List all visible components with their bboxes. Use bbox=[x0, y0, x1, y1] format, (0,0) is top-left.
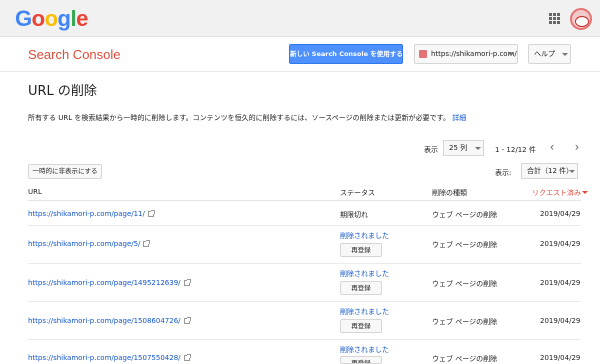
column-header-requested-label: リクエスト済み bbox=[532, 189, 581, 197]
apps-grid-icon[interactable] bbox=[549, 13, 560, 24]
table-row-type: ウェブ ページの削除 bbox=[432, 280, 498, 288]
top-bar: Google bbox=[0, 0, 600, 37]
table-row-status: 期限切れ bbox=[340, 211, 368, 219]
url-link[interactable]: https://shikamori-p.com/page/1508604726/ bbox=[28, 317, 181, 325]
column-header-requested[interactable]: リクエスト済み bbox=[532, 188, 588, 198]
table-row-type: ウェブ ページの削除 bbox=[432, 211, 498, 219]
external-link-icon[interactable] bbox=[143, 240, 151, 247]
table-row-status[interactable]: 削除されました bbox=[340, 345, 389, 355]
external-link-icon[interactable] bbox=[147, 210, 155, 217]
google-logo[interactable]: Google bbox=[15, 6, 88, 32]
url-link[interactable]: https://shikamori-p.com/page/1495212639/ bbox=[28, 279, 181, 287]
table-row-status[interactable]: 削除されました bbox=[340, 307, 389, 317]
page-description: 所有する URL を検索結果から一時的に削除します。コンテンツを恒久的に削除する… bbox=[28, 113, 466, 123]
filter-label: 表示: bbox=[495, 169, 512, 177]
search-console-brand[interactable]: Search Console bbox=[28, 47, 121, 62]
table-row-date: 2019/04/29 bbox=[540, 279, 581, 287]
sort-desc-icon bbox=[582, 191, 588, 194]
filter-value: 合計（12 件） bbox=[527, 167, 574, 175]
column-header-type[interactable]: 削除の種類 bbox=[432, 188, 467, 198]
row-divider bbox=[28, 339, 581, 340]
table-header-divider bbox=[28, 200, 581, 201]
prev-page-icon[interactable]: ‹ bbox=[543, 139, 561, 156]
table-row-type: ウェブ ページの削除 bbox=[432, 318, 498, 326]
table-row-status[interactable]: 削除されました bbox=[340, 231, 389, 241]
brand-bar: Search Console 新しい Search Console を使用する … bbox=[0, 37, 600, 72]
chevron-down-icon bbox=[562, 53, 568, 56]
site-selector[interactable]: https://shikamori-p.com/ bbox=[414, 44, 518, 64]
external-link-icon[interactable] bbox=[183, 354, 191, 361]
help-button[interactable]: ヘルプ bbox=[528, 44, 571, 64]
table-row-url[interactable]: https://shikamori-p.com/page/1508604726/ bbox=[28, 317, 191, 325]
table-row-url[interactable]: https://shikamori-p.com/page/1495212639/ bbox=[28, 279, 191, 287]
reregister-button[interactable]: 再登録 bbox=[340, 243, 382, 257]
external-link-icon[interactable] bbox=[183, 317, 191, 324]
reregister-button[interactable]: 再登録 bbox=[340, 281, 382, 295]
table-row-type: ウェブ ページの削除 bbox=[432, 241, 498, 249]
row-divider bbox=[28, 225, 581, 226]
table-row-url[interactable]: https://shikamori-p.com/page/1507550428/ bbox=[28, 354, 191, 362]
row-divider bbox=[28, 301, 581, 302]
rows-per-page-label: 表示 bbox=[424, 146, 438, 154]
logo-letter: o bbox=[44, 6, 58, 31]
table-row-date: 2019/04/29 bbox=[540, 210, 581, 218]
external-link-icon[interactable] bbox=[183, 279, 191, 286]
avatar[interactable] bbox=[570, 8, 592, 30]
logo-letter: G bbox=[15, 6, 32, 31]
logo-letter: e bbox=[76, 6, 88, 31]
description-text: 所有する URL を検索結果から一時的に削除します。コンテンツを恒久的に削除する… bbox=[28, 114, 450, 122]
url-link[interactable]: https://shikamori-p.com/page/5/ bbox=[28, 240, 140, 248]
page-title: URL の削除 bbox=[28, 84, 97, 99]
table-row-status[interactable]: 削除されました bbox=[340, 269, 389, 279]
new-search-console-button[interactable]: 新しい Search Console を使用する bbox=[289, 44, 403, 64]
help-button-label: ヘルプ bbox=[534, 50, 555, 58]
chevron-down-icon bbox=[508, 53, 514, 56]
reregister-button[interactable]: 再登録 bbox=[340, 356, 382, 364]
site-selector-label: https://shikamori-p.com/ bbox=[431, 50, 517, 58]
reregister-button[interactable]: 再登録 bbox=[340, 319, 382, 333]
column-header-url[interactable]: URL bbox=[28, 188, 42, 196]
next-page-icon[interactable]: › bbox=[568, 139, 586, 156]
details-link[interactable]: 詳細 bbox=[452, 114, 466, 122]
column-header-status[interactable]: ステータス bbox=[340, 188, 375, 198]
hide-temporarily-button[interactable]: 一時的に非表示にする bbox=[28, 164, 102, 179]
table-row-date: 2019/04/29 bbox=[540, 240, 581, 248]
rows-per-page-select[interactable]: 25 列 bbox=[443, 140, 484, 156]
filter-select[interactable]: 合計（12 件） bbox=[521, 163, 578, 179]
chevron-down-icon bbox=[475, 147, 481, 150]
logo-letter: o bbox=[31, 6, 45, 31]
table-row-date: 2019/04/29 bbox=[540, 317, 581, 325]
site-favicon-icon bbox=[419, 50, 427, 58]
table-row-type: ウェブ ページの削除 bbox=[432, 355, 498, 363]
url-link[interactable]: https://shikamori-p.com/page/1507550428/ bbox=[28, 354, 181, 362]
rows-per-page-value: 25 列 bbox=[449, 144, 468, 152]
page-range: 1 - 12/12 件 bbox=[495, 146, 536, 154]
row-divider bbox=[28, 263, 581, 264]
table-row-date: 2019/04/29 bbox=[540, 354, 581, 362]
logo-letter: g bbox=[57, 6, 71, 31]
table-row-url[interactable]: https://shikamori-p.com/page/11/ bbox=[28, 210, 155, 218]
url-link[interactable]: https://shikamori-p.com/page/11/ bbox=[28, 210, 145, 218]
chevron-down-icon bbox=[569, 170, 575, 173]
table-row-url[interactable]: https://shikamori-p.com/page/5/ bbox=[28, 240, 151, 248]
